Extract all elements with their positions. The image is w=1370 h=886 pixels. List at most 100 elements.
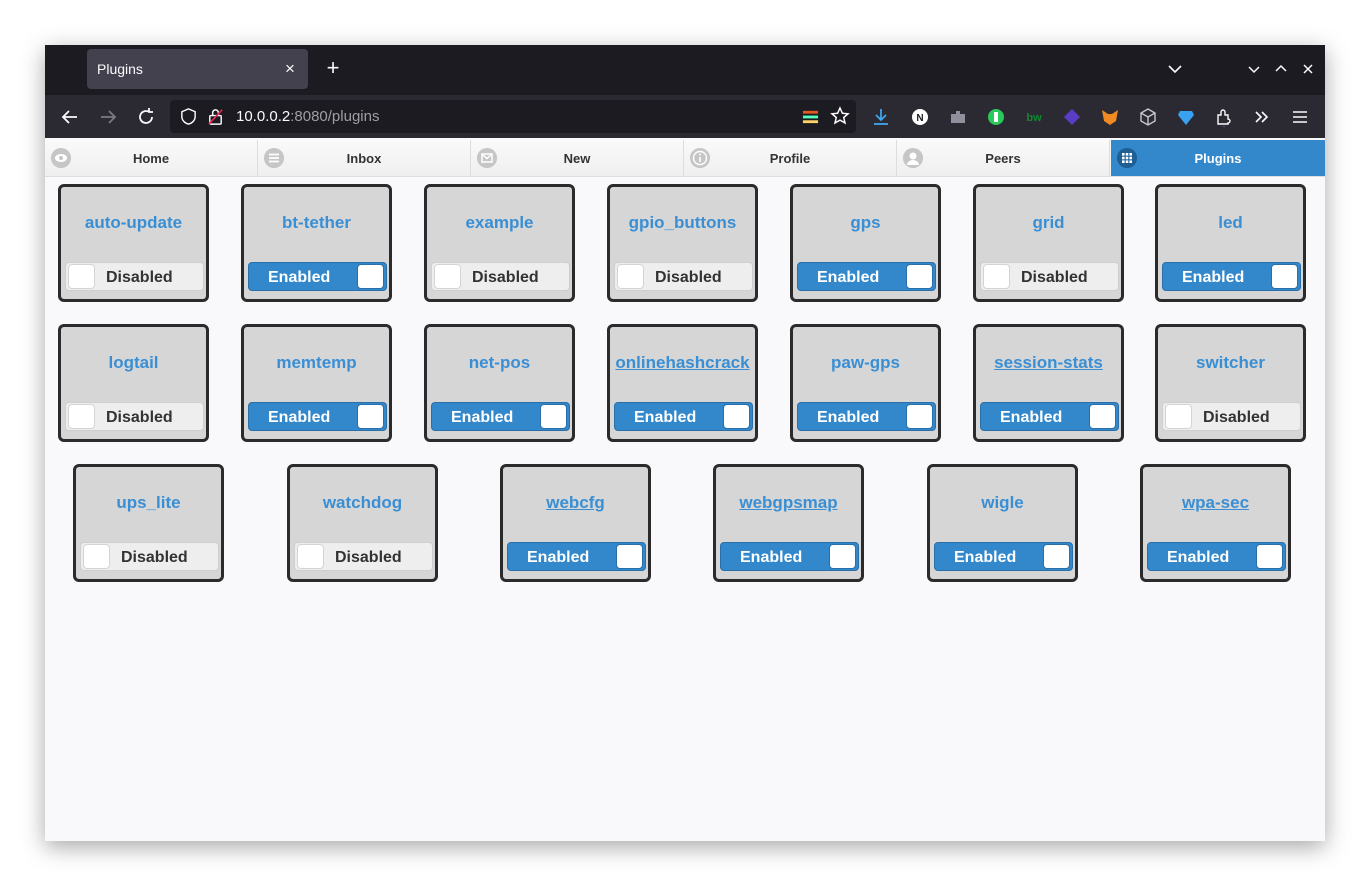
fox-extension-icon[interactable] [1100,107,1120,127]
url-bar[interactable]: 10.0.0.2:8080/plugins [170,100,856,133]
toggle-knob[interactable] [540,404,567,429]
url-text[interactable]: 10.0.0.2:8080/plugins [236,108,379,125]
plugin-toggle[interactable]: Enabled [934,542,1073,571]
browser-tab[interactable]: Plugins × [87,49,308,89]
plugin-card: webgpsmap Enabled [713,464,864,582]
plugin-toggle[interactable]: Disabled [431,262,570,291]
browser-window: Plugins × + 10.0.0.2:8080/plugins N bw H… [45,45,1325,841]
plugin-toggle[interactable]: Enabled [1162,262,1301,291]
plugin-name: gps [850,213,881,232]
nav-profile[interactable]: Profile [684,140,897,176]
toggle-label: Enabled [527,549,590,566]
insecure-lock-icon[interactable] [206,107,225,126]
reader-view-icon[interactable] [802,108,819,125]
notion-extension-icon[interactable]: N [910,107,930,127]
plugin-name-link[interactable]: session-stats [976,353,1121,373]
plugin-card: memtemp Enabled [241,324,392,442]
plugin-name: bt-tether [282,213,351,232]
plugin-toggle[interactable]: Disabled [294,542,433,571]
plugin-toggle[interactable]: Enabled [507,542,646,571]
close-window-icon[interactable] [1298,59,1318,79]
cube-extension-icon[interactable] [1062,107,1082,127]
toggle-knob[interactable] [1043,544,1070,569]
nav-peers[interactable]: Peers [897,140,1110,176]
nav-plugins[interactable]: Plugins [1111,140,1325,176]
plugin-card: webcfg Enabled [500,464,651,582]
plugin-toggle[interactable]: Enabled [797,402,936,431]
new-tab-button[interactable]: + [321,57,345,81]
shield-icon[interactable] [179,107,198,126]
close-tab-icon[interactable]: × [282,59,298,79]
toggle-label: Disabled [1021,269,1088,286]
tab-list-icon[interactable] [1165,59,1185,79]
plugin-toggle[interactable]: Enabled [720,542,859,571]
toggle-label: Enabled [817,409,880,426]
puzzle-extension-icon[interactable] [948,107,968,127]
plugin-toggle[interactable]: Disabled [980,262,1119,291]
gem-extension-icon[interactable] [1176,107,1196,127]
green-extension-icon[interactable] [986,107,1006,127]
toggle-knob[interactable] [434,264,461,289]
browser-toolbar: 10.0.0.2:8080/plugins N bw [45,95,1325,138]
nav-new[interactable]: New [471,140,684,176]
plugin-toggle[interactable]: Enabled [1147,542,1286,571]
toggle-knob[interactable] [357,264,384,289]
plugin-name-link[interactable]: onlinehashcrack [610,353,755,373]
toggle-label: Disabled [106,409,173,426]
toggle-knob[interactable] [983,264,1010,289]
forward-icon[interactable] [96,105,120,129]
toggle-knob[interactable] [68,404,95,429]
toggle-label: Disabled [472,269,539,286]
toggle-knob[interactable] [723,404,750,429]
plugin-toggle[interactable]: Disabled [65,402,204,431]
minimize-icon[interactable] [1244,59,1264,79]
toggle-knob[interactable] [906,404,933,429]
toggle-knob[interactable] [616,544,643,569]
maximize-icon[interactable] [1271,59,1291,79]
nav-inbox[interactable]: Inbox [258,140,471,176]
toggle-knob[interactable] [617,264,644,289]
reload-icon[interactable] [134,105,158,129]
menu-icon[interactable] [1290,107,1310,127]
toggle-knob[interactable] [1165,404,1192,429]
plugin-name-link[interactable]: webgpsmap [716,493,861,513]
overflow-icon[interactable] [1252,107,1272,127]
toggle-knob[interactable] [829,544,856,569]
toggle-label: Enabled [740,549,803,566]
plugin-toggle[interactable]: Enabled [980,402,1119,431]
toggle-label: Enabled [1182,269,1245,286]
toggle-label: Enabled [268,269,331,286]
plugin-toggle[interactable]: Disabled [614,262,753,291]
back-icon[interactable] [58,105,82,129]
toggle-knob[interactable] [1256,544,1283,569]
plugin-toggle[interactable]: Enabled [614,402,753,431]
plugin-card: switcher Disabled [1155,324,1306,442]
extensions-icon[interactable] [1214,107,1234,127]
toggle-knob[interactable] [1271,264,1298,289]
bookmark-star-icon[interactable] [830,106,850,126]
toggle-knob[interactable] [68,264,95,289]
bw-extension-icon[interactable]: bw [1024,107,1044,127]
plugin-toggle[interactable]: Disabled [80,542,219,571]
plugin-toggle[interactable]: Enabled [431,402,570,431]
toggle-knob[interactable] [83,544,110,569]
toggle-knob[interactable] [1089,404,1116,429]
plugin-name-link[interactable]: wpa-sec [1143,493,1288,513]
plugin-toggle[interactable]: Enabled [797,262,936,291]
toggle-knob[interactable] [357,404,384,429]
nav-home[interactable]: Home [45,140,258,176]
plugin-name-link[interactable]: webcfg [503,493,648,513]
box-extension-icon[interactable] [1138,107,1158,127]
plugin-toggle[interactable]: Enabled [248,262,387,291]
nav-profile-label: Profile [769,151,811,166]
app-navbar: Home Inbox New Profile Peers Plugins [45,140,1325,177]
plugin-toggle[interactable]: Disabled [65,262,204,291]
plugin-toggle[interactable]: Enabled [248,402,387,431]
toggle-knob[interactable] [906,264,933,289]
browser-tab-title: Plugins [97,61,143,77]
toggle-label: Enabled [634,409,697,426]
plugin-card: onlinehashcrack Enabled [607,324,758,442]
plugin-toggle[interactable]: Disabled [1162,402,1301,431]
toggle-knob[interactable] [297,544,324,569]
downloads-icon[interactable] [871,107,891,127]
